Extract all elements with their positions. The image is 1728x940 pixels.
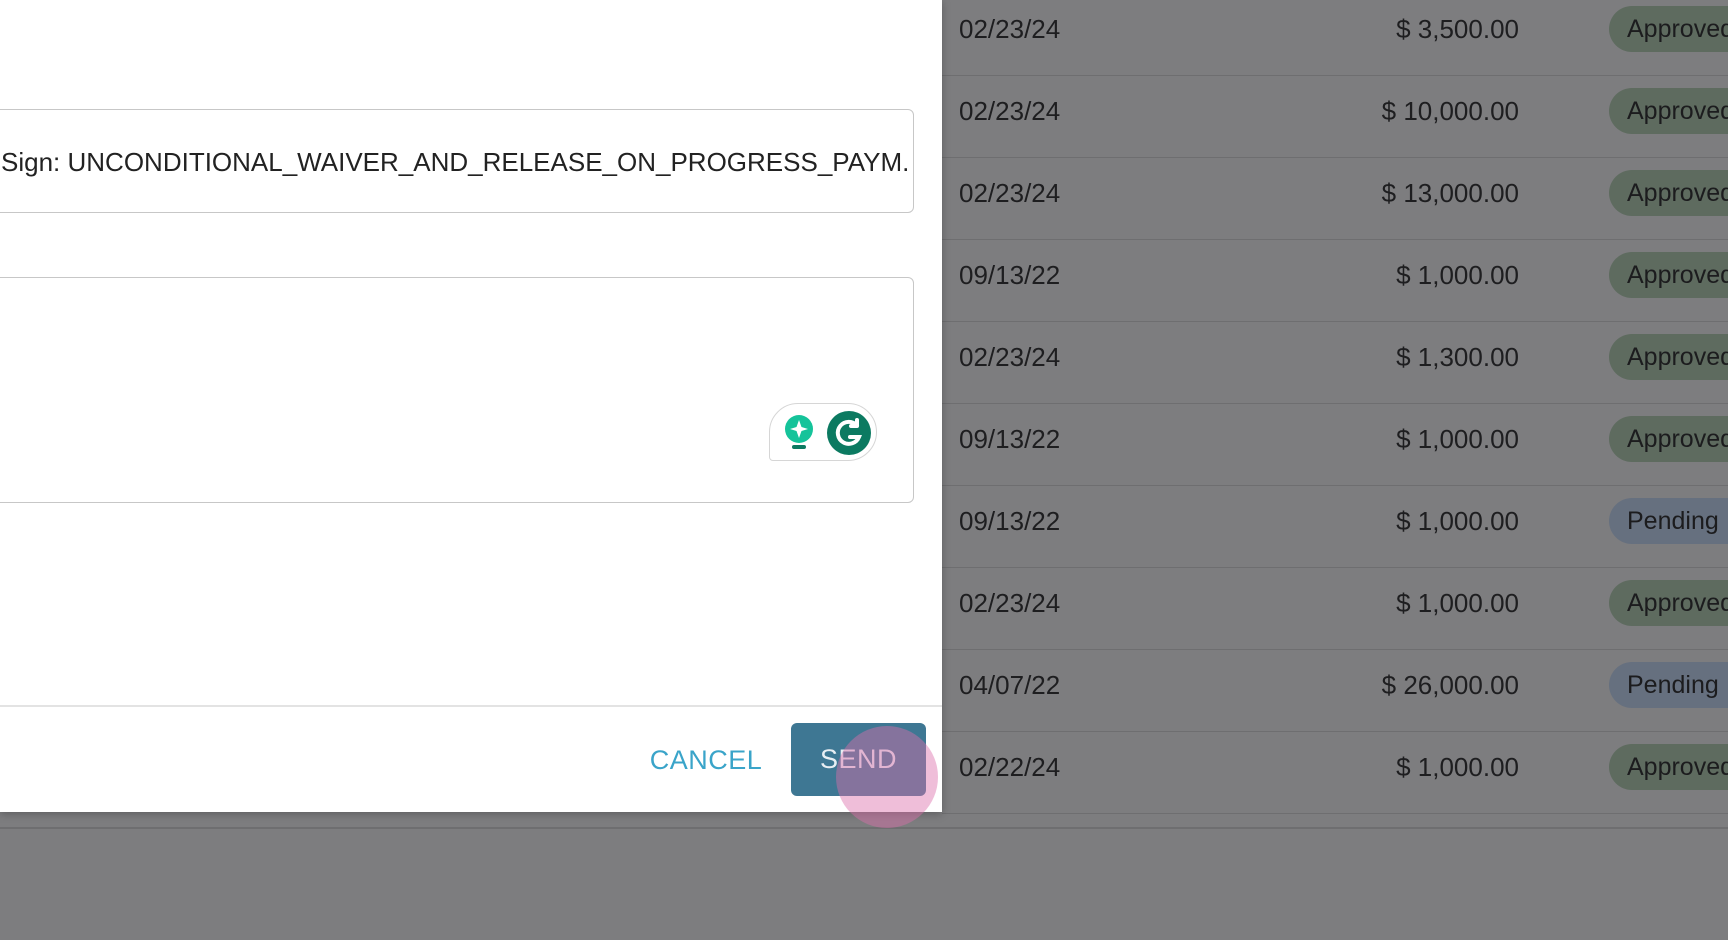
status-badge: Approved xyxy=(1609,170,1728,216)
table-row[interactable]: 09/13/22 $ 1,000.00 Approved xyxy=(942,404,1728,486)
row-amount: $ 3,500.00 xyxy=(1396,14,1519,44)
row-amount: $ 26,000.00 xyxy=(1381,670,1519,700)
status-badge: Pending xyxy=(1609,662,1728,708)
table-row[interactable]: 09/13/22 $ 1,000.00 Approved xyxy=(942,240,1728,322)
status-badge: Approved xyxy=(1609,334,1728,380)
send-for-signature-dialog: Sign: UNCONDITIONAL_WAIVER_AND_RELEASE_O… xyxy=(0,0,942,812)
table-row[interactable]: 02/22/24 $ 1,000.00 Approved xyxy=(942,732,1728,814)
row-amount: $ 1,000.00 xyxy=(1396,260,1519,290)
row-date: 04/07/22 xyxy=(959,670,1061,700)
send-button[interactable]: SEND xyxy=(791,723,926,796)
row-date: 09/13/22 xyxy=(959,260,1061,290)
status-badge: Approved xyxy=(1609,252,1728,298)
grammarly-widget[interactable] xyxy=(769,403,877,461)
row-amount: $ 1,000.00 xyxy=(1396,506,1519,536)
row-date: 02/22/24 xyxy=(959,752,1061,782)
row-amount: $ 10,000.00 xyxy=(1381,96,1519,126)
status-badge: Approved xyxy=(1609,6,1728,52)
cancel-button[interactable]: CANCEL xyxy=(640,724,772,796)
grammarly-g-icon[interactable] xyxy=(826,410,872,461)
row-date: 09/13/22 xyxy=(959,424,1061,454)
table-row[interactable]: 02/23/24 $ 13,000.00 Approved xyxy=(942,158,1728,240)
status-badge: Approved xyxy=(1609,580,1728,626)
row-date: 02/23/24 xyxy=(959,342,1061,372)
table-row[interactable]: 04/07/22 $ 26,000.00 Pending xyxy=(942,650,1728,732)
row-date: 02/23/24 xyxy=(959,14,1061,44)
table-row[interactable]: 02/23/24 $ 1,300.00 Approved xyxy=(942,322,1728,404)
row-date: 02/23/24 xyxy=(959,96,1061,126)
table-row[interactable]: 02/23/24 $ 3,500.00 Approved xyxy=(942,0,1728,76)
row-amount: $ 1,000.00 xyxy=(1396,424,1519,454)
row-amount: $ 1,300.00 xyxy=(1396,342,1519,372)
row-date: 02/23/24 xyxy=(959,178,1061,208)
row-amount: $ 1,000.00 xyxy=(1396,588,1519,618)
status-badge: Approved xyxy=(1609,88,1728,134)
table-row[interactable]: 02/23/24 $ 1,000.00 Approved xyxy=(942,568,1728,650)
row-date: 02/23/24 xyxy=(959,588,1061,618)
status-badge: Approved xyxy=(1609,416,1728,462)
row-amount: $ 1,000.00 xyxy=(1396,752,1519,782)
subject-input-value: Sign: UNCONDITIONAL_WAIVER_AND_RELEASE_O… xyxy=(1,147,910,177)
dialog-footer-divider xyxy=(0,705,942,707)
table-row[interactable]: 02/23/24 $ 10,000.00 Approved xyxy=(942,76,1728,158)
row-date: 09/13/22 xyxy=(959,506,1061,536)
table-bottom-divider xyxy=(0,827,1728,829)
status-badge: Approved xyxy=(1609,744,1728,790)
row-amount: $ 13,000.00 xyxy=(1381,178,1519,208)
subject-input[interactable]: Sign: UNCONDITIONAL_WAIVER_AND_RELEASE_O… xyxy=(0,109,914,213)
lightbulb-sparkle-icon[interactable] xyxy=(782,414,816,457)
status-badge: Pending xyxy=(1609,498,1728,544)
message-textarea[interactable] xyxy=(0,277,914,503)
table-row[interactable]: 09/13/22 $ 1,000.00 Pending xyxy=(942,486,1728,568)
